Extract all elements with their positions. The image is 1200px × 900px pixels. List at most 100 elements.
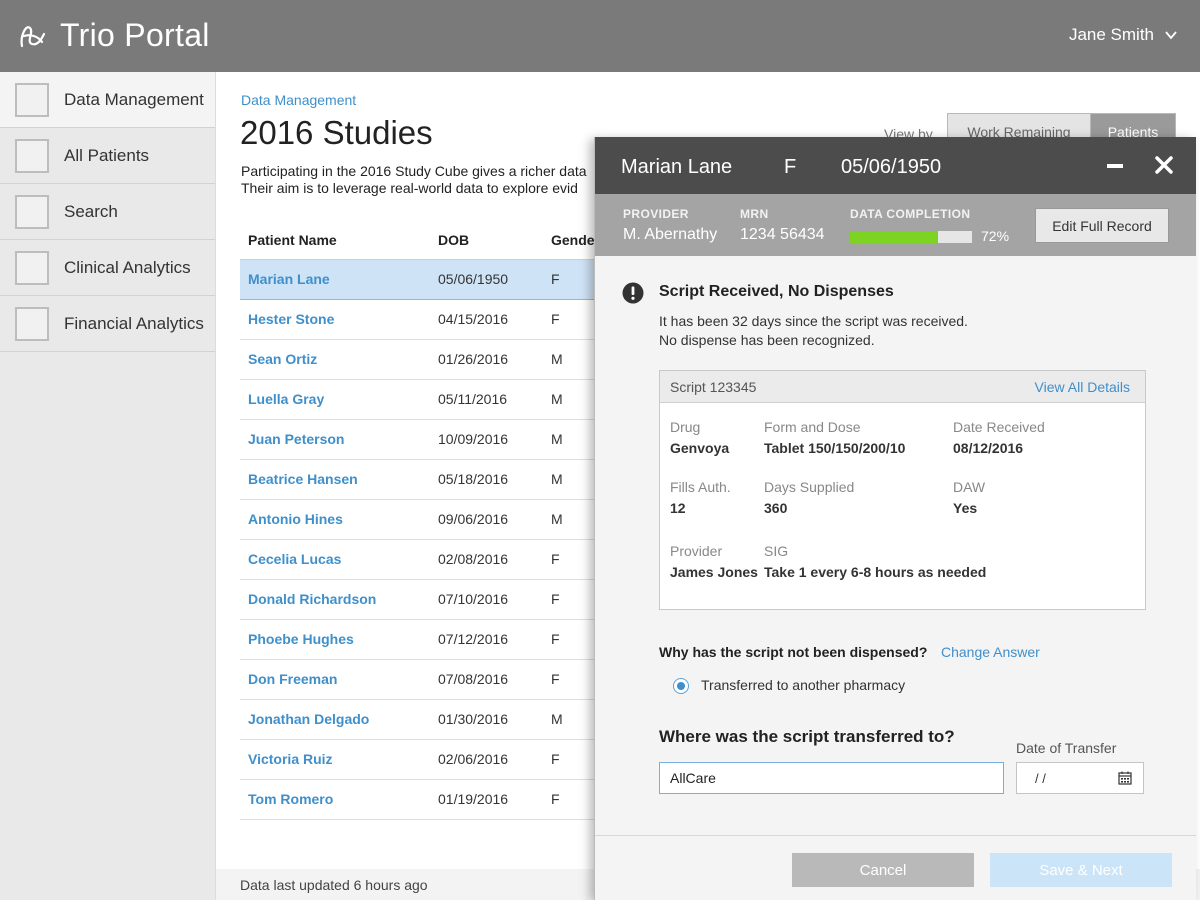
patient-dob-cell: 01/30/2016 — [430, 699, 543, 740]
transferred-radio-label[interactable]: Transferred to another pharmacy — [701, 677, 905, 693]
fills-auth-label: Fills Auth. — [670, 479, 731, 495]
patient-name-link[interactable]: Antonio Hines — [240, 499, 430, 540]
mrn-value: 1234 56434 — [740, 226, 825, 243]
date-of-transfer-input[interactable]: / / — [1016, 762, 1144, 794]
view-all-details-link[interactable]: View All Details — [1035, 379, 1130, 395]
script-card-header: Script 123345 View All Details — [660, 371, 1145, 403]
user-menu[interactable]: Jane Smith — [1069, 25, 1178, 45]
date-received-value: 08/12/2016 — [953, 440, 1024, 456]
sidebar-item-label: All Patients — [64, 145, 150, 165]
sig-label: SIG — [764, 543, 789, 559]
drug-value: Genvoya — [670, 440, 730, 456]
alert-icon — [622, 282, 644, 304]
provider-label: PROVIDER — [623, 207, 689, 221]
script-provider-label: Provider — [670, 543, 723, 559]
data-completion-progress — [850, 231, 972, 243]
fills-auth-value: 12 — [670, 500, 686, 516]
description-line: Their aim is to leverage real-world data… — [241, 180, 578, 196]
patient-name-link[interactable]: Marian Lane — [240, 258, 430, 300]
patient-dob-cell: 02/06/2016 — [430, 739, 543, 780]
patient-dob-cell: 01/19/2016 — [430, 779, 543, 820]
sidebar-placeholder-icon — [15, 250, 49, 285]
breadcrumb[interactable]: Data Management — [241, 92, 356, 108]
patient-name: Marian Lane — [621, 156, 733, 178]
patient-name-link[interactable]: Sean Ortiz — [240, 339, 430, 380]
sidebar-placeholder-icon — [15, 194, 49, 229]
mrn-label: MRN — [740, 207, 769, 221]
transfer-question: Where was the script transferred to? — [659, 727, 955, 746]
edit-full-record-button[interactable]: Edit Full Record — [1035, 208, 1169, 243]
patient-summary-bar: PROVIDER M. Abernathy MRN 1234 56434 DAT… — [595, 194, 1196, 256]
alert-message: No dispense has been recognized. — [659, 332, 875, 348]
patient-name-link[interactable]: Don Freeman — [240, 659, 430, 700]
patient-dob-cell: 07/08/2016 — [430, 659, 543, 700]
sidebar-placeholder-icon — [15, 306, 49, 341]
dispense-question: Why has the script not been dispensed? — [659, 644, 928, 660]
top-bar: Trio Portal Jane Smith — [0, 0, 1200, 72]
sidebar-item-data-management[interactable]: Data Management — [0, 72, 215, 128]
patient-gender: F — [784, 156, 797, 178]
patient-detail-panel: Marian Lane F 05/06/1950 PROVIDER M. Abe… — [594, 137, 1196, 900]
sidebar-item-all-patients[interactable]: All Patients — [0, 128, 215, 184]
sidebar-item-label: Search — [64, 201, 118, 221]
patient-name-link[interactable]: Victoria Ruiz — [240, 739, 430, 780]
patient-dob-cell: 05/18/2016 — [430, 459, 543, 500]
sidebar-item-label: Financial Analytics — [64, 313, 204, 333]
sidebar-item-label: Data Management — [64, 89, 204, 109]
chevron-down-icon — [1165, 31, 1177, 40]
page-description: Participating in the 2016 Study Cube giv… — [241, 163, 601, 197]
form-dose-label: Form and Dose — [764, 419, 861, 435]
patient-name-link[interactable]: Luella Gray — [240, 379, 430, 420]
change-answer-link[interactable]: Change Answer — [941, 644, 1040, 660]
cancel-button[interactable]: Cancel — [792, 853, 974, 887]
script-provider-value: James Jones — [670, 564, 758, 580]
progress-fill — [850, 231, 938, 243]
transfer-pharmacy-input[interactable] — [659, 762, 1004, 794]
daw-label: DAW — [953, 479, 986, 495]
close-icon[interactable] — [1154, 155, 1174, 175]
patient-dob-cell: 02/08/2016 — [430, 539, 543, 580]
patient-dob-cell: 09/06/2016 — [430, 499, 543, 540]
patient-name-link[interactable]: Beatrice Hansen — [240, 459, 430, 500]
column-header[interactable]: Patient Name — [240, 222, 430, 260]
patient-name-link[interactable]: Jonathan Delgado — [240, 699, 430, 740]
patient-name-link[interactable]: Tom Romero — [240, 779, 430, 820]
app-title: Trio Portal — [60, 17, 210, 53]
sig-value: Take 1 every 6-8 hours as needed — [764, 564, 987, 580]
alert-title: Script Received, No Dispenses — [659, 283, 894, 300]
patient-name-link[interactable]: Hester Stone — [240, 299, 430, 340]
column-header[interactable]: DOB — [430, 222, 543, 260]
save-next-button[interactable]: Save & Next — [990, 853, 1172, 887]
patient-dob-cell: 10/09/2016 — [430, 419, 543, 460]
last-updated-text: Data last updated 6 hours ago — [240, 877, 428, 893]
sidebar-item-clinical-analytics[interactable]: Clinical Analytics — [0, 240, 215, 296]
panel-header: Marian Lane F 05/06/1950 — [595, 137, 1196, 194]
days-supplied-label: Days Supplied — [764, 479, 855, 495]
patient-dob-cell: 07/10/2016 — [430, 579, 543, 620]
patient-dob-cell: 04/15/2016 — [430, 299, 543, 340]
patient-name-link[interactable]: Cecelia Lucas — [240, 539, 430, 580]
calendar-icon[interactable] — [1118, 771, 1132, 785]
patient-dob-cell: 05/06/1950 — [430, 258, 543, 300]
daw-value: Yes — [953, 500, 978, 516]
patient-dob-cell: 05/11/2016 — [430, 379, 543, 420]
sidebar-item-search[interactable]: Search — [0, 184, 215, 240]
minimize-icon[interactable] — [1107, 164, 1123, 168]
patient-dob-cell: 01/26/2016 — [430, 339, 543, 380]
patient-name-link[interactable]: Donald Richardson — [240, 579, 430, 620]
days-supplied-value: 360 — [764, 500, 788, 516]
data-completion-percent: 72% — [981, 228, 1010, 244]
date-of-transfer-label: Date of Transfer — [1016, 740, 1117, 756]
script-card: Script 123345 View All Details Drug Genv… — [659, 370, 1146, 610]
transferred-radio[interactable] — [673, 678, 689, 694]
page-title: 2016 Studies — [240, 114, 433, 151]
date-value: / / — [1035, 771, 1046, 786]
patient-name-link[interactable]: Juan Peterson — [240, 419, 430, 460]
provider-value: M. Abernathy — [623, 226, 718, 243]
trio-logo-icon — [20, 26, 46, 48]
sidebar: Data Management All Patients Search Clin… — [0, 72, 216, 900]
patient-name-link[interactable]: Phoebe Hughes — [240, 619, 430, 660]
form-dose-value: Tablet 150/150/200/10 — [764, 440, 906, 456]
sidebar-item-financial-analytics[interactable]: Financial Analytics — [0, 296, 215, 352]
date-received-label: Date Received — [953, 419, 1045, 435]
